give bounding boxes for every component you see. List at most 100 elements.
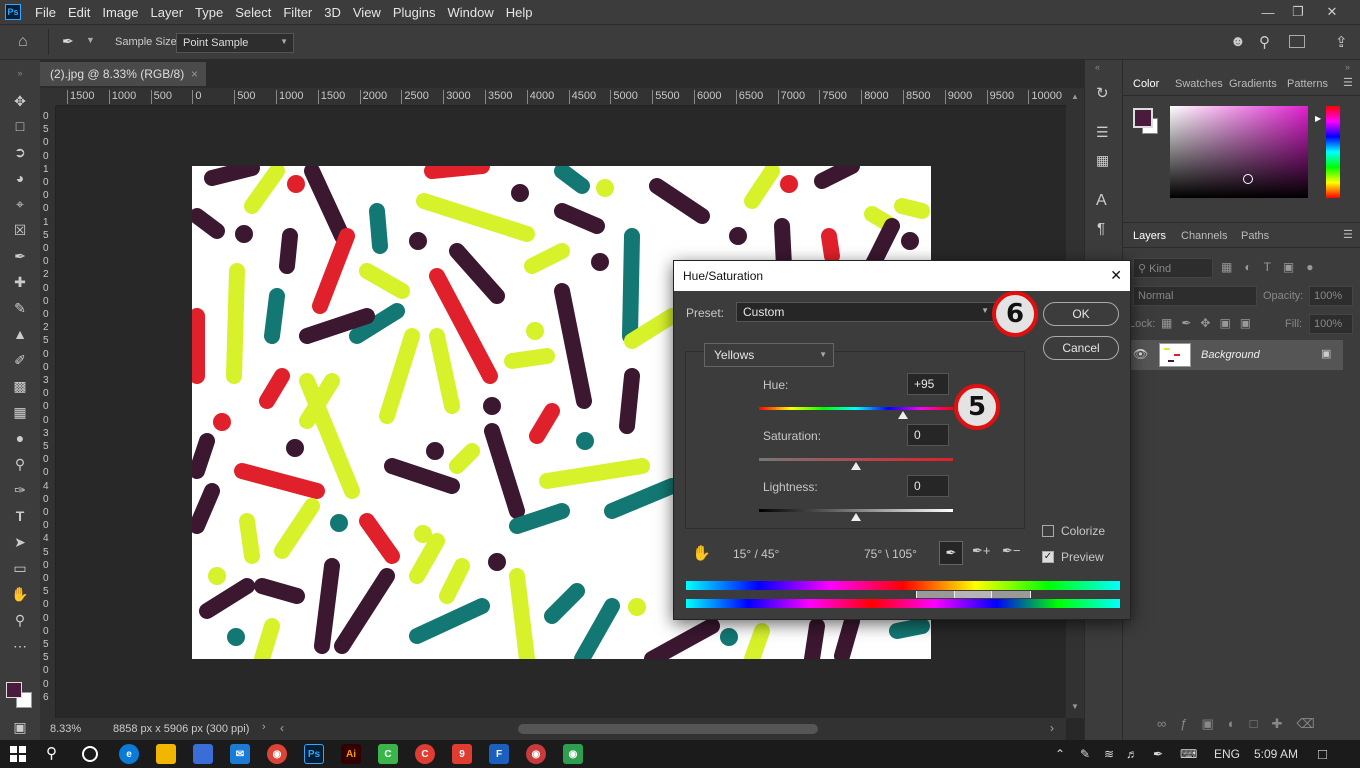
scroll-right-icon[interactable]: ›: [1050, 721, 1054, 735]
dialog-close-icon[interactable]: ✕: [1110, 267, 1122, 284]
eyedropper-icon[interactable]: ✒: [8, 245, 32, 267]
menu-filter[interactable]: Filter: [277, 5, 318, 20]
collapse-icon[interactable]: »: [1345, 62, 1350, 72]
keyboard-icon[interactable]: ⌨: [1180, 740, 1197, 768]
marquee-tool-icon[interactable]: □: [8, 115, 32, 137]
edge-icon[interactable]: e: [119, 744, 139, 764]
type-tool-icon[interactable]: T: [8, 505, 32, 527]
close-tab-icon[interactable]: ×: [191, 67, 198, 81]
app-f-icon[interactable]: F: [489, 744, 509, 764]
menu-edit[interactable]: Edit: [62, 5, 96, 20]
layer-name[interactable]: Background: [1201, 349, 1260, 361]
app-9-icon[interactable]: 9: [452, 744, 472, 764]
menu-window[interactable]: Window: [441, 5, 499, 20]
foreground-swatch[interactable]: [1133, 108, 1153, 128]
user-icon[interactable]: ☻: [1230, 33, 1246, 50]
scroll-left-icon[interactable]: ‹: [280, 721, 284, 735]
menu-type[interactable]: Type: [189, 5, 229, 20]
workspace-icon[interactable]: [1289, 35, 1305, 48]
task-view-icon[interactable]: [82, 746, 98, 762]
layer-filter-icons[interactable]: ▦◐T▣●: [1221, 260, 1326, 274]
chevron-down-icon[interactable]: ▼: [86, 35, 95, 45]
fill-field[interactable]: 100%: [1309, 314, 1353, 334]
history-brush-icon[interactable]: ✐: [8, 349, 32, 371]
range-core[interactable]: [954, 591, 992, 598]
photoshop-taskbar-icon[interactable]: Ps: [304, 744, 324, 764]
layer-filter-select[interactable]: ⚲ Kind: [1133, 258, 1213, 278]
preset-select[interactable]: Custom ▼: [736, 302, 996, 322]
clock[interactable]: 5:09 AM: [1254, 740, 1298, 768]
blur-tool-icon[interactable]: ●: [8, 427, 32, 449]
rectangle-tool-icon[interactable]: ▭: [8, 557, 32, 579]
home-icon[interactable]: ⌂: [18, 33, 28, 51]
scroll-down-icon[interactable]: ▼: [1071, 702, 1079, 711]
frame-tool-icon[interactable]: ☒: [8, 219, 32, 241]
paragraph-panel-icon[interactable]: ¶: [1097, 220, 1105, 237]
hue-slider-thumb[interactable]: [897, 411, 908, 419]
mail-icon[interactable]: ✉: [230, 744, 250, 764]
illustrator-icon[interactable]: Ai: [341, 744, 361, 764]
stamp-tool-icon[interactable]: ▲: [8, 323, 32, 345]
add-to-sample-eyedropper-icon[interactable]: ✒+: [972, 543, 990, 559]
menu-3d[interactable]: 3D: [318, 5, 347, 20]
chevron-right-icon[interactable]: ›: [262, 721, 266, 733]
quick-mask-icon[interactable]: ▣: [8, 716, 32, 738]
store-icon[interactable]: [193, 744, 213, 764]
character-panel-icon[interactable]: A: [1096, 192, 1107, 210]
more-tools-icon[interactable]: ⋯: [8, 635, 32, 657]
menu-plugins[interactable]: Plugins: [387, 5, 442, 20]
color-field[interactable]: [1170, 106, 1308, 198]
tab-patterns[interactable]: Patterns: [1287, 78, 1328, 90]
tab-paths[interactable]: Paths: [1241, 230, 1269, 242]
document-tab[interactable]: (2).jpg @ 8.33% (RGB/8) ×: [40, 62, 206, 86]
ok-button[interactable]: OK: [1043, 302, 1119, 326]
app-c-red-icon[interactable]: C: [415, 744, 435, 764]
menu-select[interactable]: Select: [229, 5, 277, 20]
menu-view[interactable]: View: [347, 5, 387, 20]
app-green-icon[interactable]: ◉: [563, 744, 583, 764]
menu-help[interactable]: Help: [500, 5, 539, 20]
hue-spectrum[interactable]: [1326, 106, 1340, 198]
eyedropper-icon[interactable]: ✒: [939, 541, 963, 565]
subtract-from-sample-eyedropper-icon[interactable]: ✒−: [1002, 543, 1020, 559]
saturation-slider-thumb[interactable]: [851, 462, 861, 470]
zoom-tool-icon[interactable]: ⚲: [8, 609, 32, 631]
search-icon[interactable]: ⚲: [1259, 33, 1270, 51]
lock-icons[interactable]: ▦✒✥▣▣: [1161, 316, 1260, 330]
saturation-slider-track[interactable]: [759, 458, 953, 461]
wifi-icon[interactable]: ≋: [1104, 740, 1114, 768]
visibility-eye-icon[interactable]: 👁: [1133, 347, 1148, 361]
gradient-tool-icon[interactable]: ▦: [8, 401, 32, 423]
brush-tool-icon[interactable]: ✎: [8, 297, 32, 319]
tab-channels[interactable]: Channels: [1181, 230, 1227, 242]
history-panel-icon[interactable]: ↻: [1096, 84, 1109, 102]
scroll-up-icon[interactable]: ▲: [1071, 92, 1079, 101]
chrome-icon[interactable]: ◉: [267, 744, 287, 764]
notifications-icon[interactable]: □: [1318, 740, 1327, 768]
restore-button[interactable]: ❐: [1282, 0, 1314, 24]
collapse-icon[interactable]: «: [1095, 62, 1100, 72]
properties-panel-icon[interactable]: ▦: [1096, 152, 1109, 169]
lightness-slider-thumb[interactable]: [851, 513, 861, 521]
cancel-button[interactable]: Cancel: [1043, 336, 1119, 360]
hand-tool-icon[interactable]: ✋: [8, 583, 32, 605]
crop-tool-icon[interactable]: ⌖: [8, 193, 32, 215]
colorize-checkbox[interactable]: [1042, 525, 1054, 537]
tab-swatches[interactable]: Swatches: [1175, 78, 1223, 90]
menu-layer[interactable]: Layer: [145, 5, 190, 20]
hue-slider-track[interactable]: [759, 407, 953, 410]
lasso-tool-icon[interactable]: ➲: [8, 141, 32, 163]
app-c-green-icon[interactable]: C: [378, 744, 398, 764]
tab-color[interactable]: Color: [1133, 78, 1159, 90]
scroll-thumb[interactable]: [518, 724, 818, 734]
channel-select[interactable]: Yellows ▼: [704, 343, 834, 367]
saturation-value-field[interactable]: 0: [907, 424, 949, 446]
color-picker-marker[interactable]: [1243, 174, 1253, 184]
panel-menu-icon[interactable]: ☰: [1343, 228, 1353, 241]
menu-file[interactable]: File: [29, 5, 62, 20]
lightness-slider-track[interactable]: [759, 509, 953, 512]
tab-layers[interactable]: Layers: [1133, 230, 1166, 242]
move-tool-icon[interactable]: ✥: [8, 90, 32, 112]
horizontal-scrollbar[interactable]: ‹ ›: [276, 718, 1066, 740]
quick-select-tool-icon[interactable]: ◕: [8, 167, 32, 189]
